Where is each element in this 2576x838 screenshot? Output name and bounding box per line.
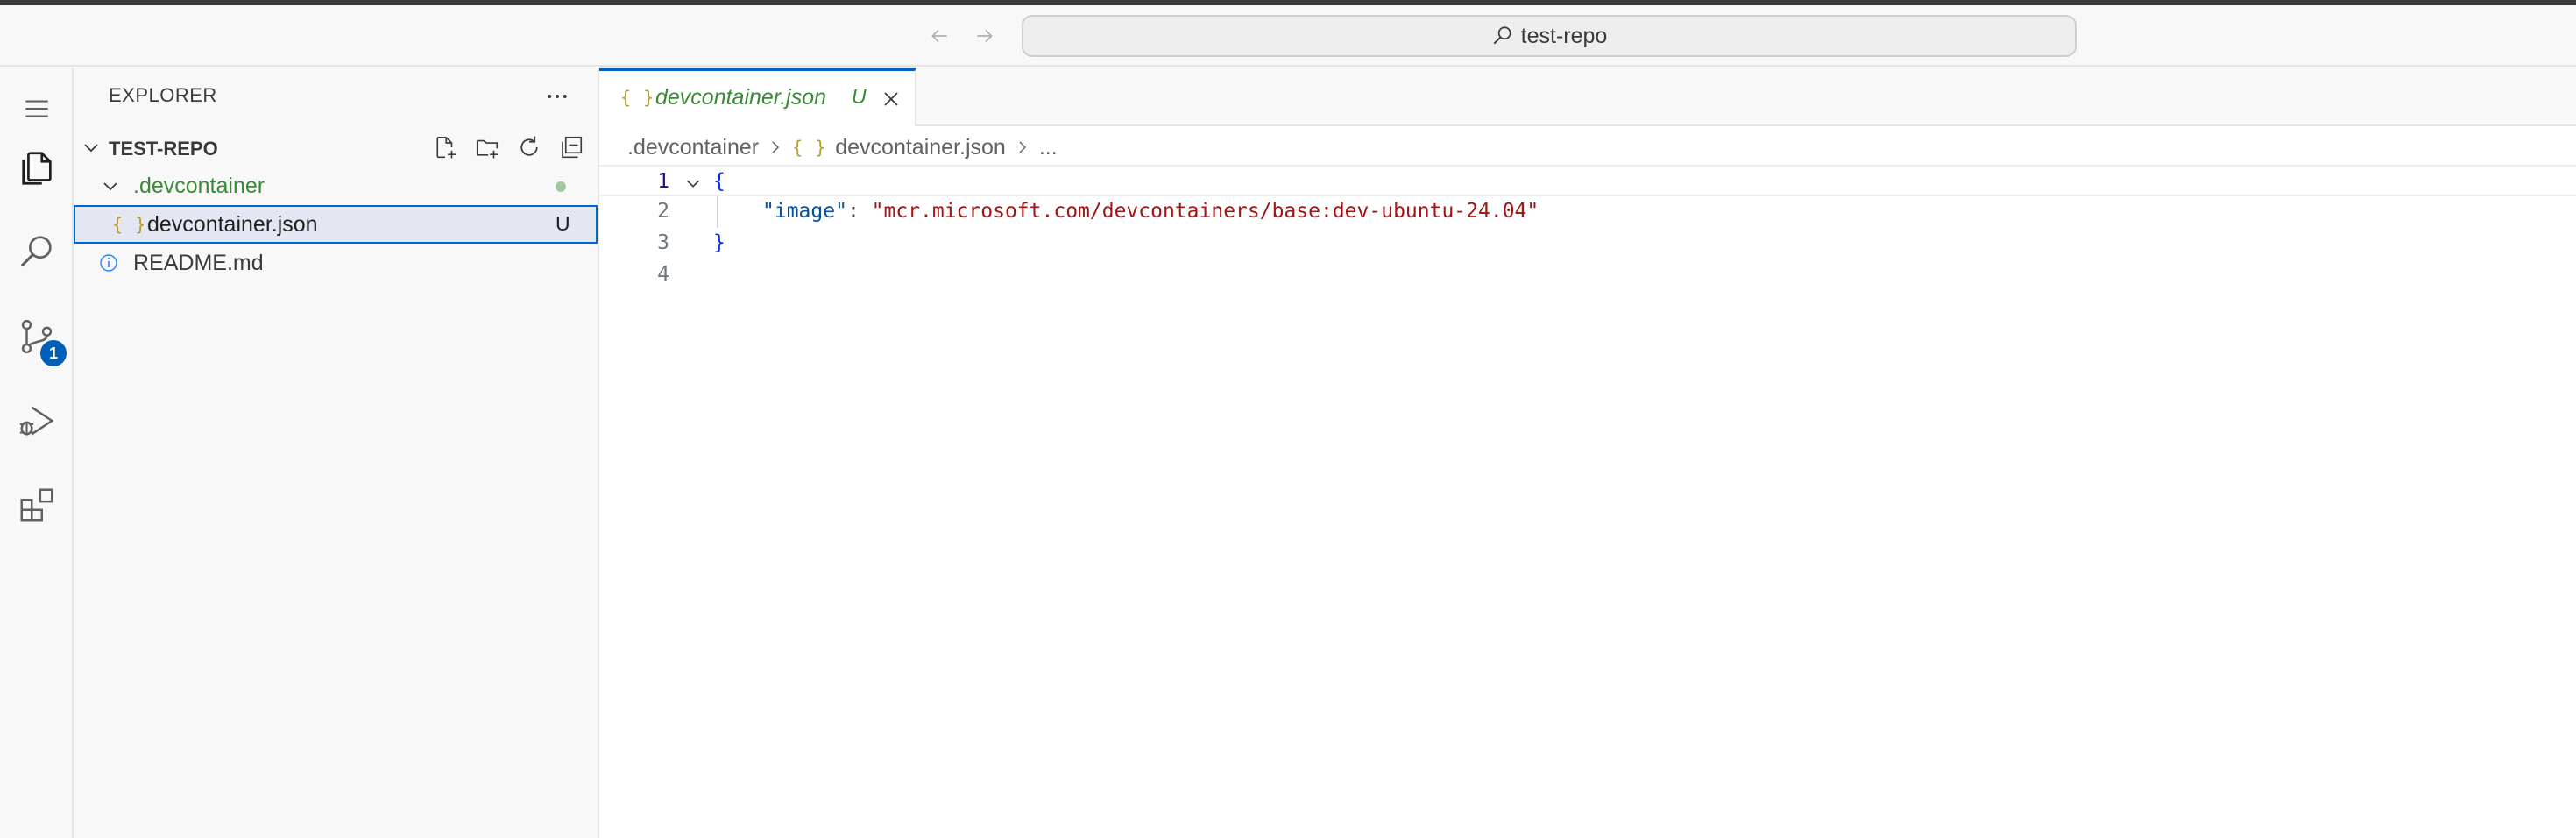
extensions-icon <box>20 488 53 522</box>
info-icon <box>100 254 117 272</box>
chevron-right-icon <box>768 139 783 155</box>
forward-button[interactable] <box>970 21 1000 51</box>
hamburger-menu-icon <box>25 100 48 117</box>
code-line: 4 <box>599 259 2576 291</box>
tab-label: devcontainer.json <box>655 85 827 110</box>
tree-file-devcontainer-json[interactable]: { } devcontainer.json U <box>74 205 598 244</box>
chevron-right-icon <box>1015 139 1030 155</box>
file-name: README.md <box>133 251 264 275</box>
activity-search[interactable] <box>9 224 65 281</box>
json-file-icon: { } <box>792 137 827 158</box>
new-file-button[interactable] <box>428 131 463 163</box>
breadcrumb: .devcontainer { } devcontainer.json ... <box>627 130 1058 165</box>
tree-folder-devcontainer[interactable]: .devcontainer <box>74 167 598 205</box>
search-icon <box>20 236 52 267</box>
editor-tab-bar: { } devcontainer.json U <box>599 68 2576 126</box>
new-folder-button[interactable] <box>470 131 505 163</box>
code-text: } <box>713 231 725 254</box>
json-string-value: "mcr.microsoft.com/devcontainers/base:de… <box>871 200 1539 223</box>
title-bar: test-repo <box>0 5 2576 67</box>
json-file-icon: { } <box>112 214 147 235</box>
refresh-icon <box>520 136 538 156</box>
folder-name: .devcontainer <box>133 174 265 198</box>
search-icon <box>1493 26 1511 45</box>
arrow-right-icon <box>977 29 993 43</box>
command-center-search[interactable]: test-repo <box>1022 15 2077 57</box>
close-brace: } <box>713 231 725 254</box>
files-icon <box>22 152 52 185</box>
editor-area: { } devcontainer.json U .devcontainer { … <box>599 68 2576 838</box>
line-number: 4 <box>657 263 669 286</box>
workspace-name: TEST-REPO <box>109 138 218 160</box>
arrow-left-icon <box>931 29 947 43</box>
tree-file-readme[interactable]: README.md <box>74 244 598 282</box>
source-control-badge: 1 <box>40 340 67 366</box>
code-line: 2 "image": "mcr.microsoft.com/devcontain… <box>599 196 2576 228</box>
open-brace: { <box>713 170 725 193</box>
command-center-label: test-repo <box>1520 23 1608 48</box>
line-number: 1 <box>657 170 669 193</box>
new-folder-icon <box>476 139 499 159</box>
explorer-title: EXPLORER <box>109 84 217 106</box>
code-text: { <box>713 170 725 193</box>
application-menu-button[interactable] <box>9 81 65 137</box>
ellipsis-icon <box>548 95 567 98</box>
activity-extensions[interactable] <box>9 477 65 533</box>
new-file-icon <box>436 136 456 159</box>
collapse-folders-button[interactable] <box>554 131 589 163</box>
tab-devcontainer-json[interactable]: { } devcontainer.json U <box>599 68 916 126</box>
chevron-down-icon <box>84 144 98 153</box>
line-number: 3 <box>657 231 669 254</box>
json-key: "image" <box>762 200 847 223</box>
tab-git-status: U <box>852 85 867 108</box>
explorer-sidebar: EXPLORER TEST-REPO .devcontainer { } dev… <box>74 68 599 838</box>
activity-explorer[interactable] <box>9 140 65 196</box>
activity-source-control[interactable]: 1 <box>9 309 67 366</box>
breadcrumb-folder[interactable]: .devcontainer <box>627 135 759 160</box>
git-status-badge: U <box>556 212 570 235</box>
close-icon <box>884 92 898 106</box>
modified-dot-indicator <box>556 181 566 192</box>
code-text: "image": "mcr.microsoft.com/devcontainer… <box>762 200 1539 223</box>
back-button[interactable] <box>924 21 954 51</box>
refresh-explorer-button[interactable] <box>512 131 547 163</box>
file-name: devcontainer.json <box>147 212 318 237</box>
workspace-section-header[interactable]: TEST-REPO <box>74 128 598 167</box>
code-line: 1 { <box>599 165 2576 196</box>
json-colon: : <box>846 200 872 223</box>
breadcrumb-file[interactable]: devcontainer.json <box>835 135 1006 160</box>
collapse-all-icon <box>562 136 583 159</box>
explorer-more-actions-button[interactable] <box>538 77 577 116</box>
line-number: 2 <box>657 200 669 223</box>
breadcrumb-more[interactable]: ... <box>1039 135 1058 160</box>
tab-close-button[interactable] <box>878 86 904 112</box>
activity-bar: 1 <box>0 68 74 838</box>
fold-chevron-down-icon[interactable] <box>683 174 703 193</box>
activity-run-debug[interactable] <box>9 393 65 449</box>
json-file-icon: { } <box>620 87 655 108</box>
chevron-down-icon <box>103 182 117 191</box>
code-line: 3 } <box>599 228 2576 259</box>
run-debug-icon <box>19 406 54 436</box>
